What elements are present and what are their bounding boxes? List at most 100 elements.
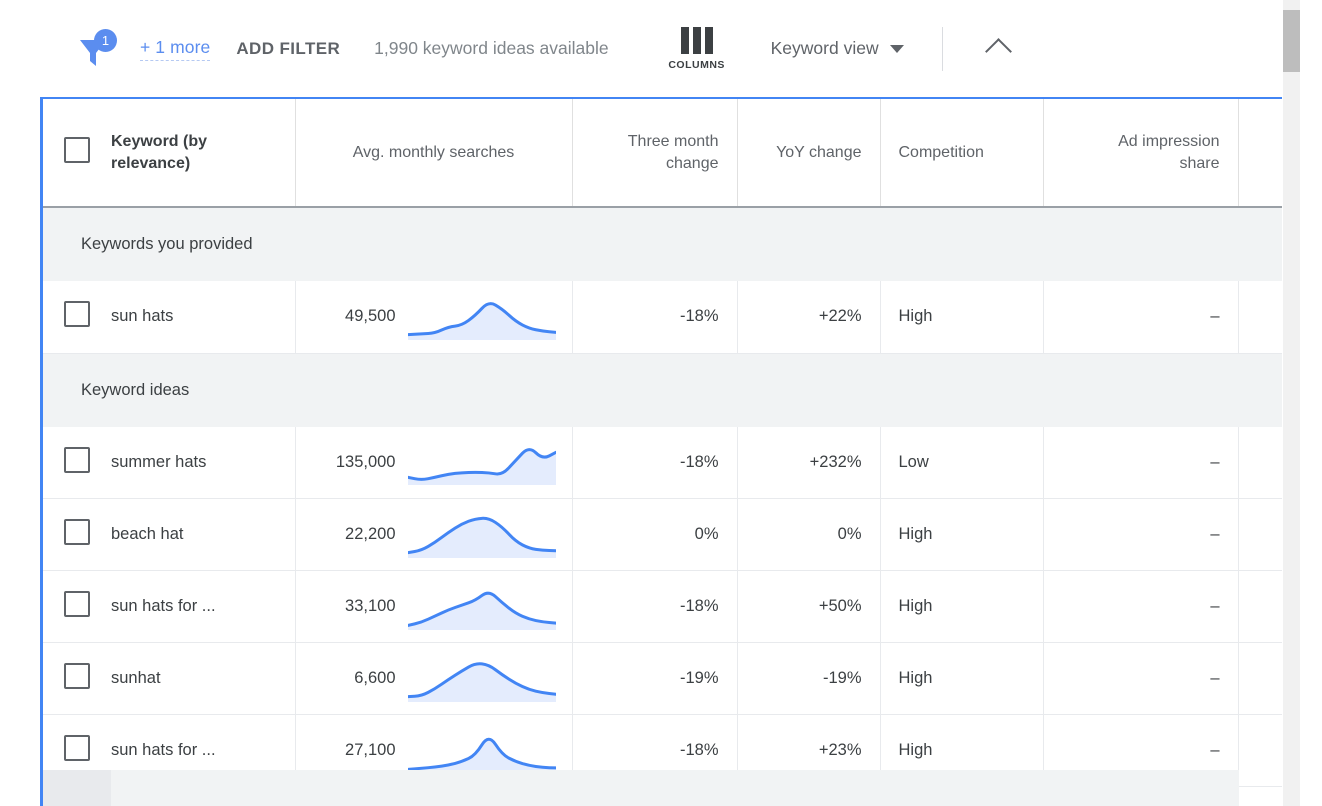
cell-yoy-change: -19% xyxy=(737,642,881,715)
avg-monthly-searches-value: 22,200 xyxy=(345,525,396,543)
header-row: Keyword (by relevance) Avg. monthly sear… xyxy=(43,99,1282,208)
select-all-checkbox[interactable] xyxy=(64,137,90,163)
column-header-yoy-label: YoY change xyxy=(776,143,862,161)
column-header-avg-monthly-searches[interactable]: Avg. monthly searches xyxy=(295,99,573,208)
row-checkbox[interactable] xyxy=(64,301,90,328)
cell-keyword[interactable]: sun hats xyxy=(111,281,296,354)
filter-count-badge: 1 xyxy=(94,28,117,52)
row-checkbox[interactable] xyxy=(64,446,90,473)
avg-monthly-searches-value: 135,000 xyxy=(335,452,396,471)
row-checkbox[interactable] xyxy=(64,519,90,545)
vertical-scrollbar[interactable] xyxy=(1283,0,1300,806)
search-volume-sparkline xyxy=(407,661,556,702)
cell-yoy-change: +50% xyxy=(737,570,881,643)
results-toolbar: 1 + 1 more ADD FILTER 1,990 keyword idea… xyxy=(0,0,1282,97)
cell-keyword[interactable]: sunhat xyxy=(111,642,296,715)
cell-avg-monthly-searches: 6,600 xyxy=(295,642,573,715)
cell-ad-impression-share: – xyxy=(1043,281,1239,354)
cell-three-month-change: -19% xyxy=(572,642,738,715)
cell-ad-impression-share: – xyxy=(1043,426,1239,499)
cell-ad-impression-share: – xyxy=(1043,498,1239,571)
cell-keyword[interactable]: sun hats for ... xyxy=(111,570,296,643)
column-header-keyword-line1: Keyword (by xyxy=(111,132,208,150)
keyword-table-container: Keyword (by relevance) Avg. monthly sear… xyxy=(40,97,1282,806)
table-row[interactable]: summer hats 135,000 -18% +232% Low – xyxy=(43,426,1282,499)
keyword-view-selector[interactable]: Keyword view xyxy=(771,38,904,59)
cell-avg-monthly-searches: 22,200 xyxy=(295,498,573,571)
column-header-ad-impression-share[interactable]: Ad impression share xyxy=(1043,99,1239,208)
cell-yoy-change: +22% xyxy=(737,281,881,354)
avg-monthly-searches-value: 49,500 xyxy=(345,307,396,326)
cell-avg-monthly-searches: 135,000 xyxy=(295,426,573,499)
table-row[interactable]: sunhat 6,600 -19% -19% High – xyxy=(43,642,1282,715)
cell-three-month-change: 0% xyxy=(572,498,738,571)
search-volume-sparkline xyxy=(407,737,556,774)
next-group-row-partial xyxy=(43,770,1239,806)
avg-monthly-searches-value: 27,100 xyxy=(345,741,396,759)
chevron-down-icon xyxy=(889,44,904,53)
table-body: Keywords you provided sun hats 49,500 -18% +… xyxy=(43,207,1282,787)
cell-keyword[interactable]: beach hat xyxy=(111,498,296,571)
cell-competition: High xyxy=(880,570,1044,643)
row-checkbox[interactable] xyxy=(64,591,90,617)
cell-spacer xyxy=(1238,498,1282,571)
keyword-view-label: Keyword view xyxy=(770,38,879,58)
table-row[interactable]: beach hat 22,200 0% 0% High – xyxy=(43,498,1282,571)
collapse-panel-button[interactable] xyxy=(977,27,1021,71)
column-header-keyword[interactable]: Keyword (by relevance) xyxy=(111,99,296,208)
cell-three-month-change: -18% xyxy=(572,570,738,643)
search-volume-sparkline xyxy=(407,516,556,558)
cell-three-month-change: -18% xyxy=(572,426,738,499)
avg-monthly-searches-value: 33,100 xyxy=(345,597,396,615)
keyword-planner-results: 1 + 1 more ADD FILTER 1,990 keyword idea… xyxy=(0,0,1322,806)
cell-three-month-change: -18% xyxy=(572,281,738,354)
cell-spacer xyxy=(1238,426,1282,499)
row-checkbox[interactable] xyxy=(64,663,90,689)
cell-spacer xyxy=(1238,281,1282,354)
table-row[interactable]: sun hats for ... 33,100 -18% +50% High – xyxy=(43,570,1282,643)
row-select-cell xyxy=(43,426,111,499)
columns-button[interactable]: COLUMNS xyxy=(661,26,733,71)
cell-ad-impression-share: – xyxy=(1043,642,1239,715)
cell-competition: High xyxy=(880,642,1044,715)
right-gutter xyxy=(1300,0,1322,806)
table-header: Keyword (by relevance) Avg. monthly sear… xyxy=(43,99,1282,208)
cell-avg-monthly-searches: 33,100 xyxy=(295,570,573,643)
scrollbar-thumb[interactable] xyxy=(1283,10,1300,72)
group-header-label: Keyword ideas xyxy=(43,353,1282,427)
row-select-cell xyxy=(43,570,111,643)
search-volume-sparkline xyxy=(407,448,556,486)
keyword-ideas-count: 1,990 keyword ideas available xyxy=(374,38,609,58)
row-checkbox[interactable] xyxy=(64,735,90,761)
next-group-row-partial-left xyxy=(43,770,111,806)
column-header-3m-line1: Three month xyxy=(627,132,719,150)
cell-spacer xyxy=(1238,714,1282,787)
add-filter-button[interactable]: ADD FILTER xyxy=(236,39,340,59)
filter-funnel-icon[interactable]: 1 xyxy=(72,26,118,72)
column-header-ad-line2: share xyxy=(1179,154,1220,172)
cell-keyword[interactable]: summer hats xyxy=(111,426,296,499)
cell-competition: High xyxy=(880,498,1044,571)
column-header-competition[interactable]: Competition xyxy=(880,99,1044,208)
table-row[interactable]: sun hats 49,500 -18% +22% High – xyxy=(43,281,1282,354)
search-volume-sparkline xyxy=(407,591,556,630)
group-header-row: Keyword ideas xyxy=(43,353,1282,427)
more-filters-link[interactable]: + 1 more xyxy=(140,37,211,61)
column-header-avg-label: Avg. monthly searches xyxy=(352,143,515,161)
cell-yoy-change: +232% xyxy=(737,426,881,499)
avg-monthly-searches-value: 6,600 xyxy=(354,669,396,687)
toolbar-divider xyxy=(941,26,943,71)
row-select-cell xyxy=(43,281,111,354)
cell-ad-impression-share: – xyxy=(1043,570,1239,643)
cell-competition: High xyxy=(880,281,1044,354)
column-header-3m-line2: change xyxy=(666,154,719,172)
keyword-table: Keyword (by relevance) Avg. monthly sear… xyxy=(43,99,1282,787)
search-volume-sparkline xyxy=(407,301,556,340)
column-header-yoy-change[interactable]: YoY change xyxy=(737,99,881,208)
column-header-three-month-change[interactable]: Three month change xyxy=(572,99,738,208)
cell-spacer xyxy=(1238,570,1282,643)
column-header-spacer xyxy=(1238,99,1282,208)
select-all-header xyxy=(43,99,111,208)
cell-spacer xyxy=(1238,642,1282,715)
column-header-ad-line1: Ad impression xyxy=(1118,132,1220,150)
